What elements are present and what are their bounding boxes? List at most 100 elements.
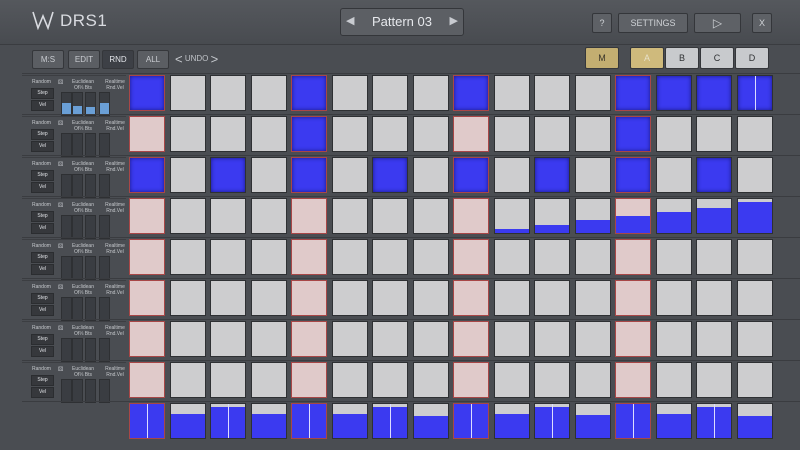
row-meter[interactable] bbox=[61, 297, 72, 321]
step-cell[interactable] bbox=[453, 75, 489, 111]
step-cell[interactable] bbox=[696, 198, 732, 234]
step-cell[interactable] bbox=[574, 157, 611, 193]
velocity-cell[interactable] bbox=[736, 403, 773, 439]
step-cell[interactable] bbox=[574, 321, 611, 357]
step-cell[interactable] bbox=[493, 362, 530, 398]
step-cell[interactable] bbox=[169, 239, 206, 275]
step-cell[interactable] bbox=[534, 198, 570, 234]
step-cell[interactable] bbox=[250, 198, 287, 234]
step-cell[interactable] bbox=[372, 280, 408, 316]
dice-icon[interactable]: ⚄ bbox=[58, 121, 64, 127]
step-cell[interactable] bbox=[574, 116, 611, 152]
step-cell[interactable] bbox=[250, 321, 287, 357]
bank-c-button[interactable]: C bbox=[700, 47, 734, 69]
step-cell[interactable] bbox=[493, 280, 530, 316]
step-cell[interactable] bbox=[736, 116, 773, 152]
step-cell[interactable] bbox=[169, 321, 206, 357]
velocity-cell[interactable] bbox=[291, 403, 327, 439]
step-cell[interactable] bbox=[169, 157, 206, 193]
next-pattern-icon[interactable]: ▶ bbox=[450, 14, 458, 27]
step-cell[interactable] bbox=[453, 116, 489, 152]
step-cell[interactable] bbox=[736, 157, 773, 193]
step-cell[interactable] bbox=[412, 116, 449, 152]
step-cell[interactable] bbox=[615, 75, 651, 111]
help-button[interactable]: ? bbox=[592, 13, 612, 33]
step-cell[interactable] bbox=[331, 280, 368, 316]
dice-icon[interactable]: ⚄ bbox=[58, 367, 64, 373]
row-meter[interactable] bbox=[99, 133, 110, 157]
step-cell[interactable] bbox=[331, 116, 368, 152]
row-meter[interactable] bbox=[85, 297, 96, 321]
bank-d-button[interactable]: D bbox=[735, 47, 769, 69]
step-cell[interactable] bbox=[210, 157, 246, 193]
step-cell[interactable] bbox=[291, 198, 327, 234]
vel-button[interactable]: Vel bbox=[31, 264, 54, 275]
step-cell[interactable] bbox=[169, 280, 206, 316]
step-cell[interactable] bbox=[250, 75, 287, 111]
step-cell[interactable] bbox=[736, 362, 773, 398]
step-button[interactable]: Step bbox=[31, 375, 54, 386]
vel-button[interactable]: Vel bbox=[31, 182, 54, 193]
row-meter[interactable] bbox=[99, 256, 110, 280]
step-cell[interactable] bbox=[493, 198, 530, 234]
step-cell[interactable] bbox=[534, 362, 570, 398]
dice-icon[interactable]: ⚄ bbox=[58, 326, 64, 332]
step-cell[interactable] bbox=[736, 198, 773, 234]
step-cell[interactable] bbox=[372, 198, 408, 234]
row-meter[interactable] bbox=[99, 297, 110, 321]
step-cell[interactable] bbox=[696, 280, 732, 316]
step-cell[interactable] bbox=[493, 157, 530, 193]
step-cell[interactable] bbox=[129, 75, 165, 111]
step-cell[interactable] bbox=[655, 239, 692, 275]
step-cell[interactable] bbox=[574, 280, 611, 316]
step-cell[interactable] bbox=[291, 75, 327, 111]
step-cell[interactable] bbox=[210, 362, 246, 398]
step-cell[interactable] bbox=[615, 116, 651, 152]
step-cell[interactable] bbox=[210, 116, 246, 152]
step-cell[interactable] bbox=[291, 116, 327, 152]
bank-a-button[interactable]: A bbox=[630, 47, 664, 69]
step-cell[interactable] bbox=[210, 280, 246, 316]
step-button[interactable]: Step bbox=[31, 170, 54, 181]
step-cell[interactable] bbox=[493, 321, 530, 357]
step-cell[interactable] bbox=[534, 321, 570, 357]
step-cell[interactable] bbox=[372, 157, 408, 193]
velocity-cell[interactable] bbox=[493, 403, 530, 439]
dice-icon[interactable]: ⚄ bbox=[58, 285, 64, 291]
step-cell[interactable] bbox=[412, 75, 449, 111]
step-button[interactable]: Step bbox=[31, 252, 54, 263]
step-cell[interactable] bbox=[534, 239, 570, 275]
step-cell[interactable] bbox=[412, 280, 449, 316]
row-meter[interactable] bbox=[99, 174, 110, 198]
step-cell[interactable] bbox=[169, 75, 206, 111]
step-cell[interactable] bbox=[169, 362, 206, 398]
step-cell[interactable] bbox=[291, 280, 327, 316]
rnd-button[interactable]: RND bbox=[102, 50, 134, 69]
row-meter[interactable] bbox=[85, 174, 96, 198]
step-cell[interactable] bbox=[331, 198, 368, 234]
step-cell[interactable] bbox=[453, 198, 489, 234]
row-meter[interactable] bbox=[61, 133, 72, 157]
step-cell[interactable] bbox=[696, 116, 732, 152]
step-cell[interactable] bbox=[412, 362, 449, 398]
step-cell[interactable] bbox=[574, 75, 611, 111]
row-meter[interactable] bbox=[99, 215, 110, 239]
step-cell[interactable] bbox=[615, 239, 651, 275]
step-cell[interactable] bbox=[736, 239, 773, 275]
dice-icon[interactable]: ⚄ bbox=[58, 203, 64, 209]
vel-button[interactable]: Vel bbox=[31, 223, 54, 234]
step-cell[interactable] bbox=[129, 157, 165, 193]
dice-icon[interactable]: ⚄ bbox=[58, 244, 64, 250]
step-cell[interactable] bbox=[331, 321, 368, 357]
step-cell[interactable] bbox=[250, 362, 287, 398]
row-meter[interactable] bbox=[61, 92, 72, 116]
undo-left-icon[interactable]: < bbox=[175, 51, 183, 66]
velocity-cell[interactable] bbox=[250, 403, 287, 439]
row-meter[interactable] bbox=[99, 338, 110, 362]
step-cell[interactable] bbox=[655, 116, 692, 152]
step-cell[interactable] bbox=[291, 157, 327, 193]
step-cell[interactable] bbox=[655, 321, 692, 357]
row-meter[interactable] bbox=[72, 297, 83, 321]
row-meter[interactable] bbox=[72, 174, 83, 198]
step-cell[interactable] bbox=[250, 280, 287, 316]
